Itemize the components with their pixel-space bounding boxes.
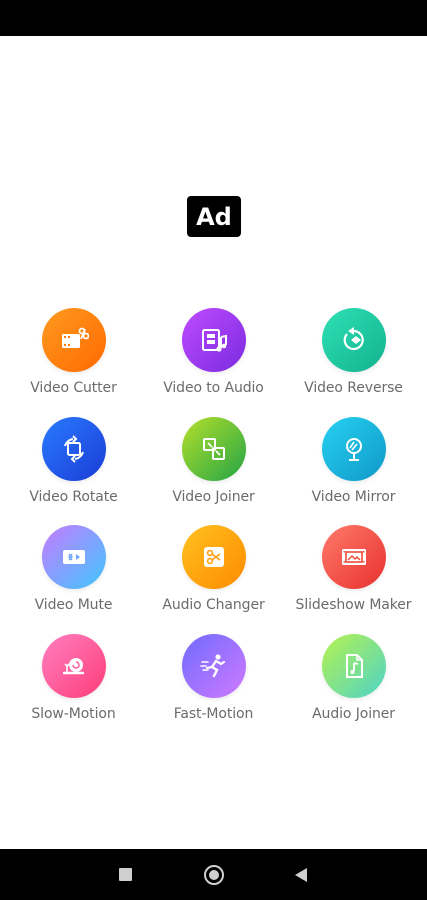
snail-icon (41, 633, 106, 698)
tool-audio-joiner[interactable]: Audio Joiner (280, 633, 427, 743)
home-icon (204, 864, 224, 885)
home-button[interactable] (194, 849, 234, 900)
tool-video-joiner[interactable]: Video Joiner (147, 416, 280, 526)
tool-label: Slideshow Maker (295, 597, 412, 613)
tool-audio-changer[interactable]: Audio Changer (147, 525, 280, 634)
tool-label: Fast-Motion (173, 705, 254, 722)
film-music-icon (181, 308, 246, 372)
tool-label: Video Joiner (172, 488, 255, 505)
tool-label: Audio Changer (162, 597, 265, 613)
runner-icon (181, 633, 246, 698)
tool-slideshow-maker[interactable]: Slideshow Maker (280, 525, 427, 634)
navigation-bar (0, 849, 427, 900)
recents-icon (118, 868, 132, 881)
slideshow-icon (321, 525, 386, 589)
back-button[interactable] (281, 849, 321, 900)
audio-file-icon (321, 633, 386, 698)
tool-video-to-audio[interactable]: Video to Audio (147, 308, 280, 417)
tool-video-mirror[interactable]: Video Mirror (280, 416, 427, 526)
back-icon (295, 867, 307, 882)
recents-button[interactable] (105, 849, 145, 900)
ad-badge[interactable]: Ad (187, 196, 241, 237)
tool-label: Video to Audio (163, 380, 264, 396)
tool-video-mute[interactable]: Video Mute (0, 525, 147, 634)
tool-video-reverse[interactable]: Video Reverse (280, 308, 427, 417)
tools-grid: Video Cutter Video to Audio Video Revers… (0, 308, 427, 742)
status-bar (0, 0, 427, 36)
tool-label: Video Mirror (311, 488, 396, 505)
tool-label: Video Rotate (29, 488, 118, 505)
audio-changer-icon (181, 525, 246, 589)
reverse-icon (321, 308, 386, 372)
mirror-icon (321, 416, 386, 481)
tool-label: Video Reverse (304, 380, 403, 396)
tool-label: Video Cutter (30, 380, 117, 396)
film-scissors-icon (41, 308, 106, 372)
tool-video-rotate[interactable]: Video Rotate (0, 416, 147, 526)
rotate-icon (41, 416, 106, 481)
tool-label: Video Mute (34, 597, 113, 613)
join-icon (181, 416, 246, 481)
tool-label: Slow-Motion (31, 705, 116, 722)
tool-video-cutter[interactable]: Video Cutter (0, 308, 147, 417)
mute-icon (41, 525, 106, 589)
tool-label: Audio Joiner (312, 705, 395, 722)
tool-slow-motion[interactable]: Slow-Motion (0, 633, 147, 743)
tool-fast-motion[interactable]: Fast-Motion (147, 633, 280, 743)
